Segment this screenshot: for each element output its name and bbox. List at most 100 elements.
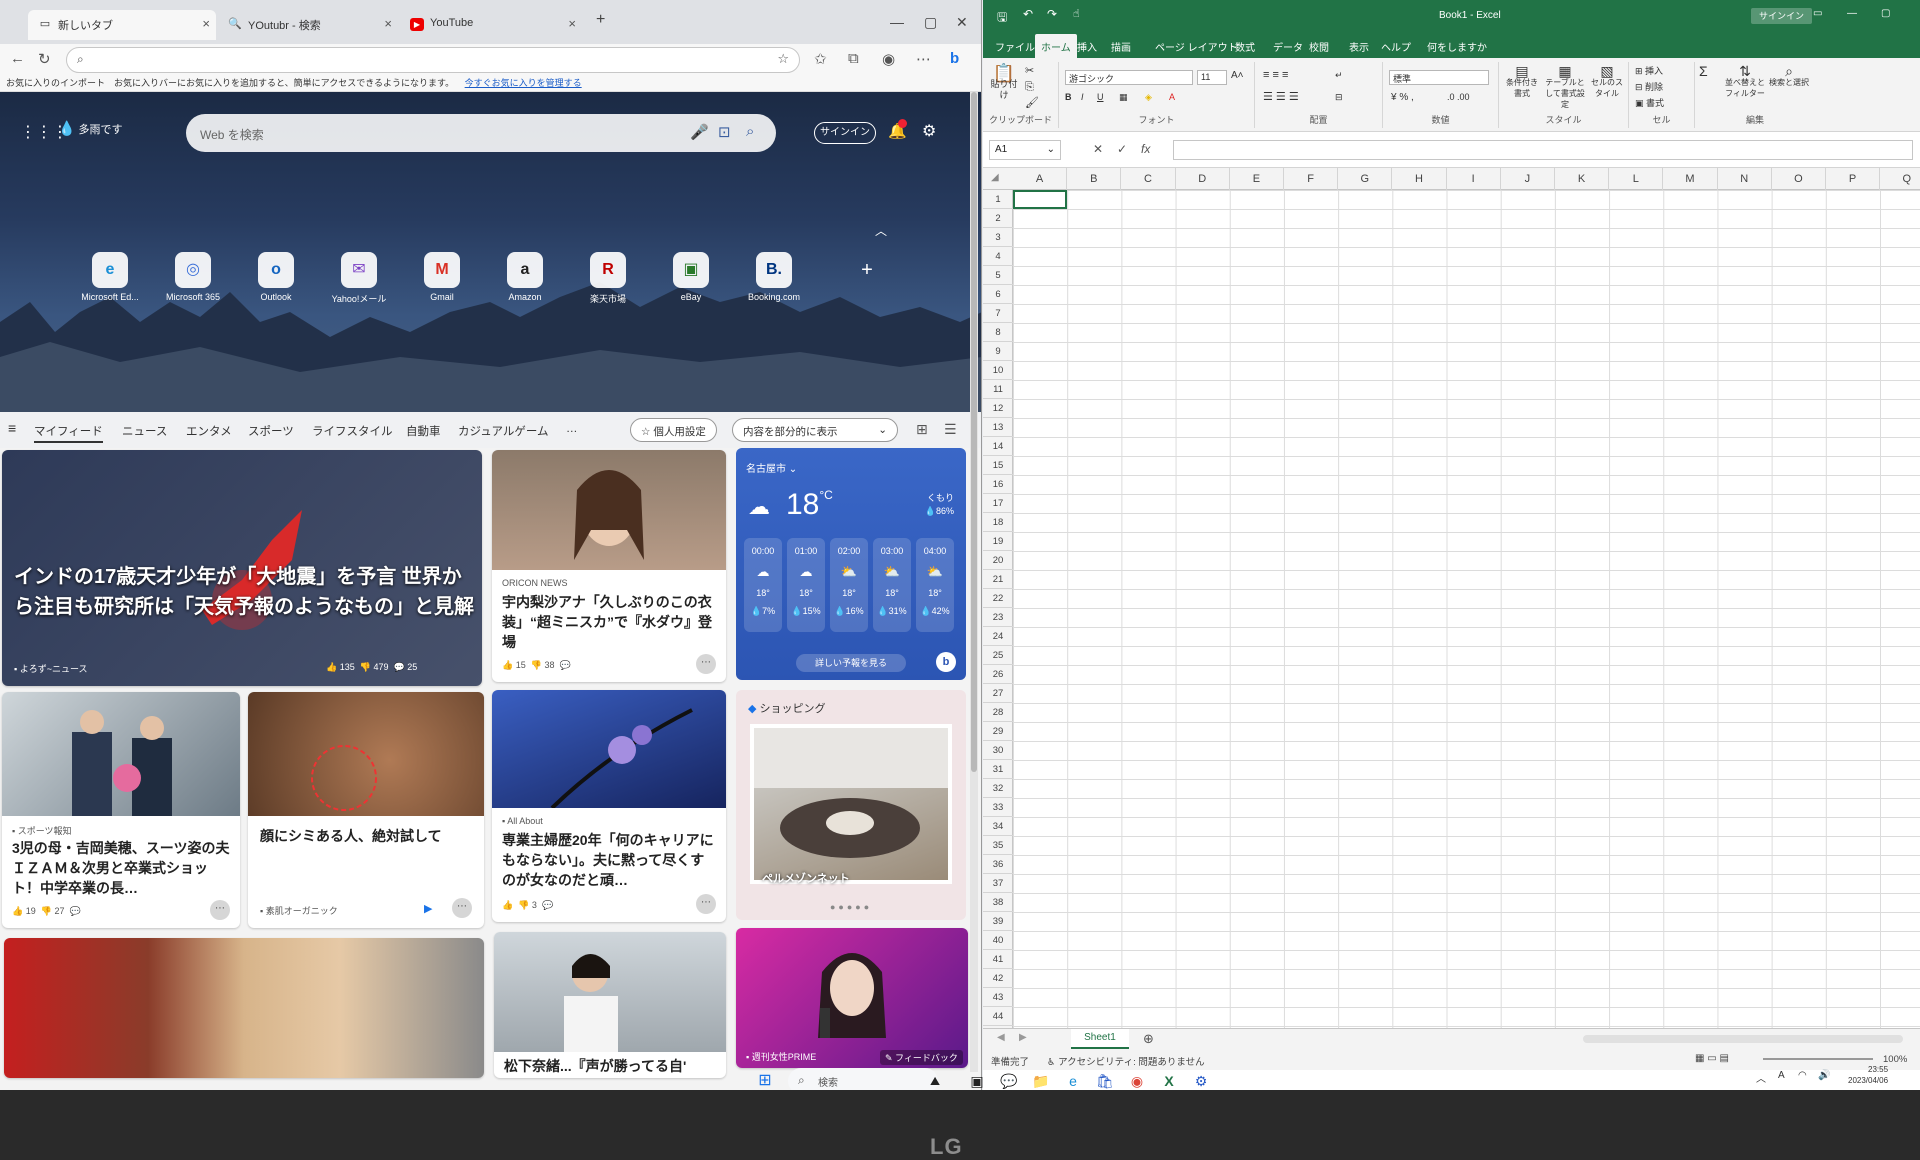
manage-favorites-link[interactable]: 今すぐお気に入りを管理する (465, 78, 582, 88)
column-header[interactable]: H (1392, 168, 1447, 190)
row-header[interactable]: 6 (983, 285, 1013, 304)
enter-icon[interactable]: ✓ (1117, 142, 1127, 156)
row-header[interactable]: 28 (983, 703, 1013, 722)
back-icon[interactable]: ← (10, 50, 25, 67)
row-header[interactable]: 26 (983, 665, 1013, 684)
chevron-up-icon[interactable]: ︿ (875, 222, 887, 239)
font-color-icon[interactable]: A (1169, 92, 1175, 103)
row-header[interactable]: 19 (983, 532, 1013, 551)
row-header[interactable]: 35 (983, 836, 1013, 855)
decimal-icon[interactable]: .0 .00 (1447, 92, 1470, 103)
merge-icon[interactable]: ⊟ (1335, 92, 1343, 103)
quick-link-tile[interactable]: e Microsoft Ed... (70, 252, 150, 302)
name-box[interactable]: A1 ⌄ (989, 140, 1061, 160)
tab-new-tab[interactable]: ▭ 新しいタブ × (28, 10, 216, 40)
insert-function-icon[interactable]: fx (1141, 142, 1150, 156)
play-icon[interactable]: ▶ (424, 902, 432, 915)
row-header[interactable]: 34 (983, 817, 1013, 836)
undo-icon[interactable]: ↶ (1023, 7, 1033, 21)
quick-link-tile[interactable]: B. Booking.com (734, 252, 814, 302)
font-name-select[interactable]: 游ゴシック (1065, 70, 1193, 85)
news-card-oricon[interactable]: ORICON NEWS 宇内梨沙アナ「久しぶりのこの衣装」“超ミニスカ”で『水ダ… (492, 450, 726, 682)
bold-button[interactable]: B (1065, 92, 1072, 103)
cell-area[interactable] (1013, 190, 1920, 1028)
ribbon-tab[interactable]: ヘルプ (1381, 39, 1411, 54)
quick-link-tile[interactable]: ▣ eBay (651, 252, 731, 302)
more-icon[interactable]: ⋯ (916, 50, 931, 68)
fill-color-icon[interactable]: ◈ (1145, 92, 1152, 103)
select-all-icon[interactable]: ◢ (991, 172, 999, 183)
notifications-icon[interactable]: 🔔 (888, 119, 907, 140)
microphone-icon[interactable]: 🎤 (690, 123, 709, 141)
row-header[interactable]: 43 (983, 988, 1013, 1007)
wrap-text-icon[interactable]: ↵ (1335, 70, 1343, 81)
news-card-main[interactable]: インドの17歳天才少年が「大地震」を予言 世界から注目も研究所は「天気予報のよう… (2, 450, 482, 686)
web-search-box[interactable]: Web を検索 🎤 ⊡ ⌕ (186, 114, 776, 152)
ribbon-tab[interactable]: 数式 (1235, 39, 1255, 54)
maximize-icon[interactable]: ▢ (1881, 8, 1890, 19)
task-view-icon[interactable]: ▣ (966, 1070, 988, 1090)
product-image[interactable] (750, 724, 952, 884)
close-window-icon[interactable]: ✕ (956, 14, 968, 31)
redo-icon[interactable]: ↷ (1047, 7, 1057, 21)
column-header[interactable]: D (1176, 168, 1230, 190)
row-header[interactable]: 39 (983, 912, 1013, 931)
quick-link-tile[interactable]: ✉ Yahoo!メール (319, 252, 399, 305)
list-view-icon[interactable]: ☰ (944, 421, 957, 438)
add-shortcut-button[interactable]: + (827, 252, 907, 292)
news-card-bottom-left[interactable] (4, 938, 484, 1078)
bing-icon[interactable]: b (950, 50, 959, 67)
excel-signin-button[interactable]: サインイン (1751, 8, 1813, 24)
ribbon-tab[interactable]: 表示 (1349, 39, 1369, 54)
hour-forecast[interactable]: 03:00 ⛅ 18° 💧31% (873, 538, 911, 632)
row-header[interactable]: 37 (983, 874, 1013, 893)
volume-icon[interactable]: 🔊 (1818, 1070, 1830, 1081)
tab-youtube[interactable]: ▶ YouTube × (400, 10, 582, 40)
shopping-card[interactable]: ◆ ショッピング ペルメゾンネット ●●●●● (736, 690, 966, 920)
column-header[interactable]: A (1013, 168, 1068, 190)
hour-forecast[interactable]: 01:00 ☁ 18° 💧15% (787, 538, 825, 632)
ribbon-tab[interactable]: データ (1273, 39, 1303, 54)
column-header[interactable]: E (1230, 168, 1284, 190)
row-header[interactable]: 25 (983, 646, 1013, 665)
column-header[interactable]: J (1501, 168, 1555, 190)
news-card-allabout[interactable]: ▪ All About 専業主婦歴20年「何のキャリアにもならない」。夫に黙って… (492, 690, 726, 922)
row-header[interactable]: 24 (983, 627, 1013, 646)
row-header[interactable]: 29 (983, 722, 1013, 741)
align-top-icon[interactable]: ≡ ≡ ≡ (1263, 70, 1288, 81)
quick-link-tile[interactable]: a Amazon (485, 252, 565, 302)
column-header[interactable]: M (1663, 168, 1718, 190)
selected-cell-a1[interactable] (1013, 190, 1067, 209)
row-header[interactable]: 40 (983, 931, 1013, 950)
taskbar-search[interactable]: ⌕ 検索 (788, 1068, 938, 1090)
ime-icon[interactable]: A (1778, 1070, 1785, 1081)
weather-mini[interactable]: 💧 多雨です (58, 120, 123, 137)
row-header[interactable]: 22 (983, 589, 1013, 608)
clock[interactable]: 23:55 2023/04/06 (1848, 1064, 1888, 1086)
news-card-bottom-mid[interactable]: 松下奈緒...『声が勝ってる自' (494, 932, 726, 1078)
close-tab-icon[interactable]: × (568, 16, 576, 31)
address-bar[interactable]: ⌕ ☆ (66, 47, 800, 73)
new-tab-icon[interactable]: + (596, 11, 605, 29)
close-tab-icon[interactable]: × (202, 16, 210, 31)
ribbon-tab[interactable]: ファイル (995, 39, 1035, 54)
row-header[interactable]: 16 (983, 475, 1013, 494)
column-header[interactable]: G (1338, 168, 1393, 190)
find-select-button[interactable]: ⌕ 検索と選択 (1769, 64, 1809, 88)
touch-mode-icon[interactable]: ☝ (1073, 7, 1080, 20)
personalize-button[interactable]: ☆ 個人用設定 (630, 418, 717, 442)
excel-icon[interactable]: X (1158, 1070, 1180, 1090)
ribbon-tab[interactable]: 描画 (1111, 39, 1131, 54)
row-header[interactable]: 23 (983, 608, 1013, 627)
refresh-icon[interactable]: ↻ (38, 50, 51, 68)
row-header[interactable]: 8 (983, 323, 1013, 342)
column-header[interactable]: N (1718, 168, 1772, 190)
column-header[interactable]: F (1284, 168, 1339, 190)
row-header[interactable]: 14 (983, 437, 1013, 456)
more-options-icon[interactable]: ⋯ (452, 898, 472, 918)
signin-button[interactable]: サインイン (814, 122, 876, 144)
scroll-left-icon[interactable]: ◀ (997, 1032, 1005, 1043)
nav-my-feed[interactable]: マイフィード (34, 423, 103, 443)
column-header[interactable]: P (1826, 168, 1881, 190)
font-size-select[interactable]: 11 (1197, 70, 1227, 85)
